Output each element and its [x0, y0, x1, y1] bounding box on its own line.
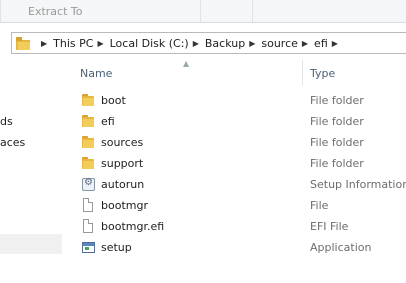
file-type: File	[310, 199, 329, 212]
nav-item-recent-places[interactable]: aces	[0, 136, 25, 149]
sort-ascending-icon: ▲	[183, 59, 190, 68]
table-row[interactable]: bootmgr File	[62, 195, 406, 216]
file-type: Setup Information	[310, 178, 406, 191]
breadcrumb-backup[interactable]: Backup	[205, 37, 245, 50]
file-name: autorun	[101, 178, 145, 191]
file-type: Application	[310, 241, 372, 254]
table-row[interactable]: boot File folder	[62, 90, 406, 111]
table-row[interactable]: efi File folder	[62, 111, 406, 132]
column-divider[interactable]	[302, 60, 303, 86]
file-name: sources	[101, 136, 144, 149]
setup-info-icon	[81, 177, 96, 192]
breadcrumb-efi[interactable]: efi	[314, 37, 328, 50]
file-type: File folder	[310, 115, 364, 128]
nav-item-downloads[interactable]: ds	[0, 115, 13, 128]
chevron-right-icon[interactable]: ▶	[97, 39, 103, 48]
table-row[interactable]: setup Application	[62, 237, 406, 258]
table-row[interactable]: autorun Setup Information	[62, 174, 406, 195]
file-name: bootmgr	[101, 199, 148, 212]
column-type-header[interactable]: Type	[310, 67, 335, 80]
extract-to-button[interactable]: Extract To	[28, 5, 82, 18]
file-icon	[81, 198, 96, 213]
ribbon: Extract To	[0, 0, 406, 23]
file-name: support	[101, 157, 144, 170]
file-name: setup	[101, 241, 132, 254]
file-icon	[81, 219, 96, 234]
file-type: File folder	[310, 94, 364, 107]
chevron-right-icon[interactable]: ▶	[193, 39, 199, 48]
file-name: bootmgr.efi	[101, 220, 165, 233]
address-bar[interactable]: ▶ This PC ▶ Local Disk (C:) ▶ Backup ▶ s…	[11, 32, 406, 54]
chevron-right-icon[interactable]: ▶	[302, 39, 308, 48]
chevron-right-icon[interactable]: ▶	[41, 39, 47, 48]
file-name: boot	[101, 94, 126, 107]
breadcrumb-source[interactable]: source	[261, 37, 298, 50]
breadcrumb-this-pc[interactable]: This PC	[53, 37, 93, 50]
table-row[interactable]: sources File folder	[62, 132, 406, 153]
file-type: File folder	[310, 136, 364, 149]
table-row[interactable]: support File folder	[62, 153, 406, 174]
nav-item-selected[interactable]	[0, 234, 62, 254]
folder-icon	[81, 156, 96, 171]
column-header: ▲ Name Type	[62, 59, 406, 86]
file-name: efi	[101, 115, 115, 128]
ribbon-divider	[0, 0, 1, 22]
folder-icon	[81, 114, 96, 129]
ribbon-divider	[252, 0, 253, 22]
column-name-header[interactable]: Name	[80, 67, 112, 80]
chevron-right-icon[interactable]: ▶	[249, 39, 255, 48]
folder-icon	[81, 135, 96, 150]
file-type: EFI File	[310, 220, 349, 233]
file-type: File folder	[310, 157, 364, 170]
navigation-pane: ds aces	[0, 60, 62, 283]
address-bar-area: ▶ This PC ▶ Local Disk (C:) ▶ Backup ▶ s…	[0, 23, 406, 60]
application-icon	[81, 240, 96, 255]
folder-icon	[16, 36, 32, 50]
table-row[interactable]: bootmgr.efi EFI File	[62, 216, 406, 237]
chevron-right-icon[interactable]: ▶	[332, 39, 338, 48]
folder-icon	[81, 93, 96, 108]
breadcrumb-local-disk[interactable]: Local Disk (C:)	[110, 37, 189, 50]
ribbon-divider	[200, 0, 201, 22]
